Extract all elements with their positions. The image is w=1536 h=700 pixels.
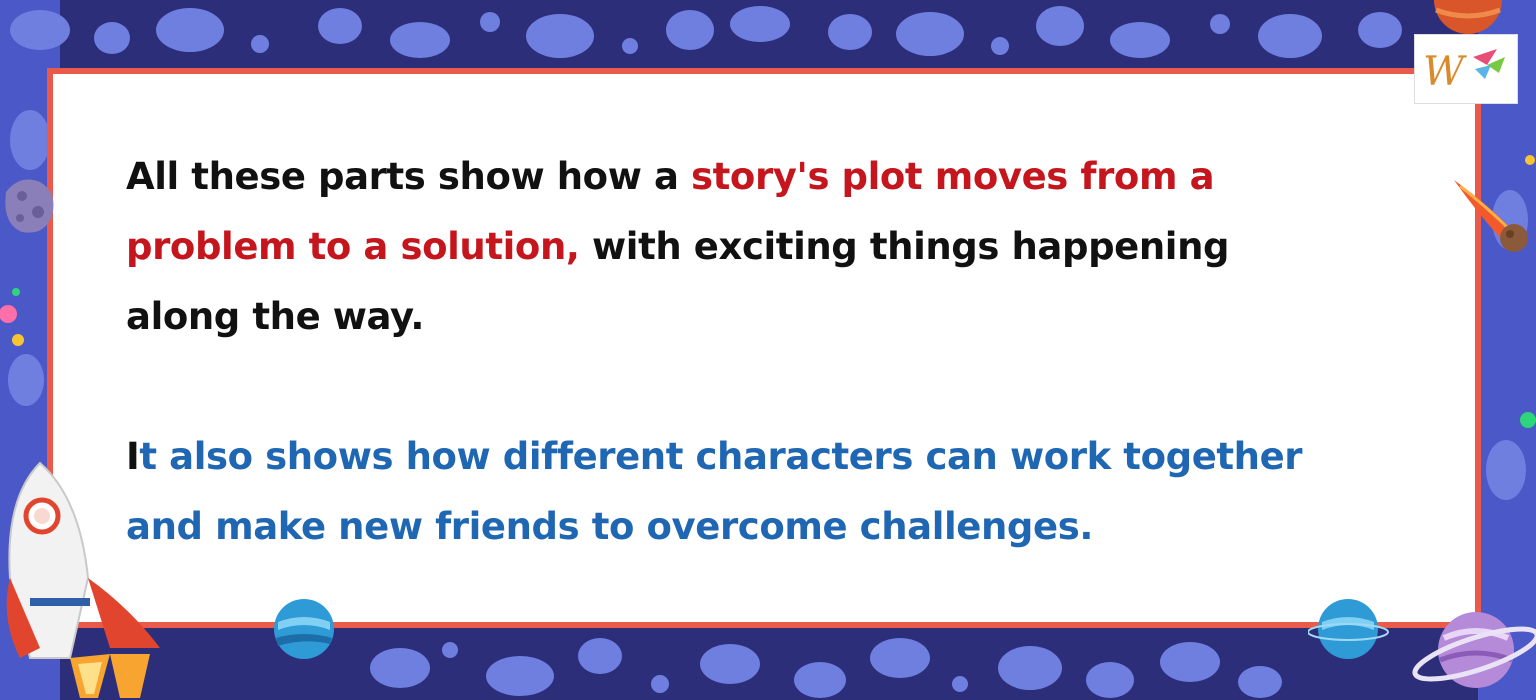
text-part1: All these parts show how a — [126, 155, 692, 198]
rocket-icon — [6, 461, 160, 698]
text-part2: with exciting things happening — [579, 225, 1230, 268]
comet-icon — [1454, 180, 1528, 252]
planet-top-icon — [1434, 0, 1502, 34]
paragraph-characters: It also shows how different characters c… — [126, 422, 1303, 562]
characters-line-2: and make new friends to overcome challen… — [126, 505, 1093, 548]
planet-icon-right — [1308, 599, 1389, 659]
paragraph-plot-summary: All these parts show how a story's plot … — [126, 142, 1230, 352]
asteroid-icon — [5, 179, 54, 233]
planet-icon — [274, 599, 334, 659]
highlight-red-1: story's plot moves from a — [691, 155, 1215, 198]
ringed-planet-icon — [1412, 612, 1536, 688]
highlight-red-2: problem to a solution, — [126, 225, 580, 268]
logo-icon: W — [1414, 34, 1518, 104]
svg-text:W: W — [1423, 49, 1467, 95]
characters-line-1: t also shows how different characters ca… — [139, 435, 1303, 478]
text-part3: along the way. — [126, 295, 424, 338]
